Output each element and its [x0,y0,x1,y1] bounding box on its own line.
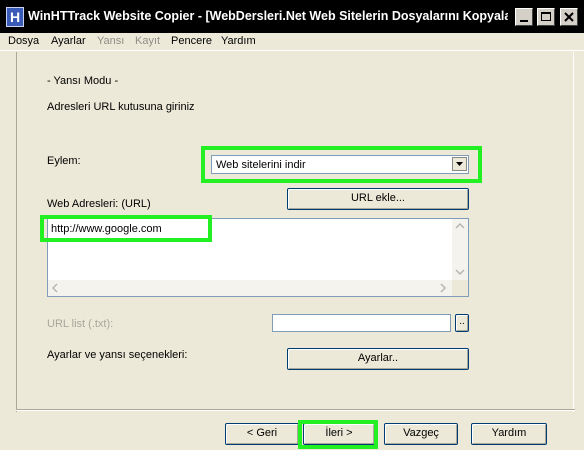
menu-yardim[interactable]: Yardım [221,35,256,47]
menu-ayarlar[interactable]: Ayarlar [51,35,86,47]
add-url-button[interactable]: URL ekle... [287,188,469,210]
window-title: WinHTTrack Website Copier - [WebDersleri… [28,9,508,23]
action-highlight [201,146,482,183]
settings-label: Ayarlar ve yansı seçenekleri: [47,349,188,361]
scroll-up-icon[interactable] [452,219,468,233]
back-button[interactable]: < Geri [225,423,299,445]
instruction-text: Adresleri URL kutusuna giriniz [47,101,195,113]
vertical-scrollbar[interactable] [452,219,468,280]
action-label: Eylem: [47,155,81,167]
scroll-corner [452,280,468,296]
next-highlight [298,420,378,449]
cancel-button[interactable]: Vazgeç [384,423,458,445]
settings-button[interactable]: Ayarlar.. [287,348,469,370]
mode-heading: - Yansı Modu - [47,75,119,87]
horizontal-scrollbar[interactable] [48,280,452,296]
url-list-input[interactable] [272,314,451,332]
url-highlight [40,215,212,242]
menu-bar: Dosya Ayarlar Yansı Kayıt Pencere Yardım [0,33,584,51]
title-bar[interactable]: H WinHTTrack Website Copier - [WebDersle… [0,0,584,33]
maximize-icon [541,12,551,21]
url-list-label: URL list (.txt): [47,318,114,330]
footer-divider [16,409,575,411]
scroll-down-icon[interactable] [452,265,468,279]
maximize-button[interactable] [537,8,555,26]
menu-dosya[interactable]: Dosya [8,35,39,47]
close-button[interactable] [560,8,578,26]
help-button[interactable]: Yardım [471,423,547,445]
url-label: Web Adresleri: (URL) [47,198,151,210]
menu-pencere[interactable]: Pencere [171,35,212,47]
scroll-right-icon[interactable] [436,280,450,296]
minimize-button[interactable] [515,8,533,26]
browse-button[interactable]: .. [455,314,469,332]
app-icon: H [6,7,24,27]
minimize-icon [520,20,528,22]
scroll-left-icon[interactable] [48,280,62,296]
menu-yansi[interactable]: Yansı [97,35,124,47]
menu-kayit[interactable]: Kayıt [135,35,160,47]
close-icon [564,12,574,22]
